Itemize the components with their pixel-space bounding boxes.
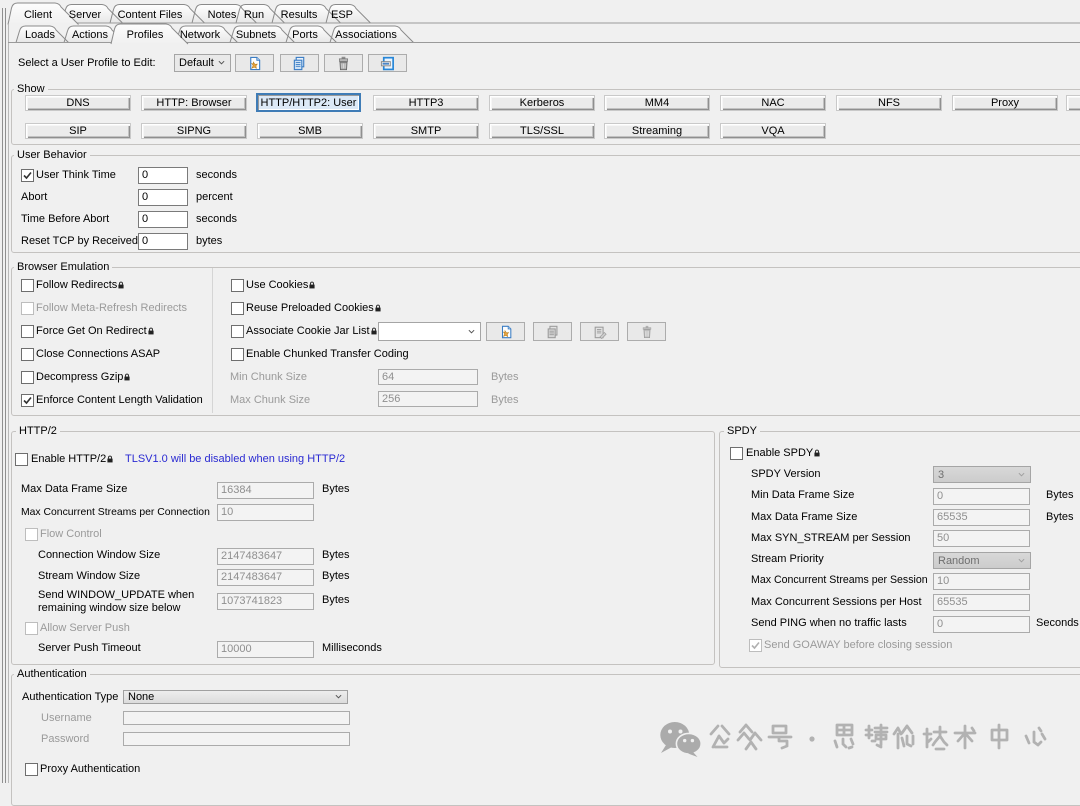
svg-text:Run: Run <box>244 9 264 21</box>
svg-text:Network: Network <box>180 29 221 41</box>
svg-text:Associations: Associations <box>335 29 397 41</box>
svg-text:Profiles: Profiles <box>127 29 164 41</box>
svg-text:Loads: Loads <box>25 29 55 41</box>
svg-text:ESP: ESP <box>331 9 353 21</box>
svg-text:Client: Client <box>24 9 52 21</box>
svg-text:Ports: Ports <box>292 29 318 41</box>
svg-text:Server: Server <box>69 9 102 21</box>
svg-text:Content Files: Content Files <box>118 9 183 21</box>
svg-text:Subnets: Subnets <box>236 29 277 41</box>
svg-text:Results: Results <box>281 9 318 21</box>
svg-text:Actions: Actions <box>72 29 109 41</box>
svg-text:Notes: Notes <box>208 9 237 21</box>
